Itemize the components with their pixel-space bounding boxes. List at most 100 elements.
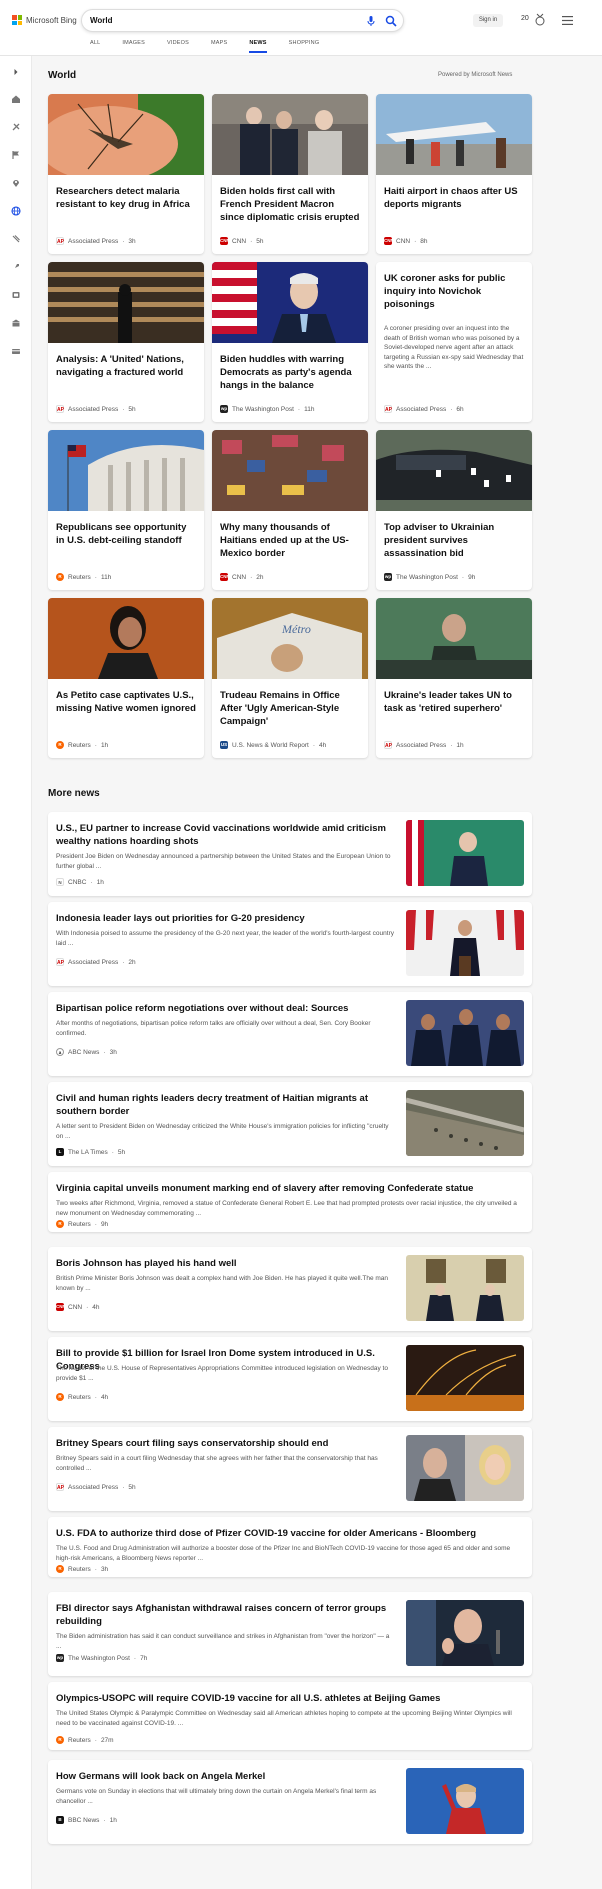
more-news-item[interactable]: FBI director says Afghanistan withdrawal… [48, 1592, 532, 1676]
news-card[interactable]: Biden holds first call with French Presi… [212, 94, 368, 254]
location-icon[interactable] [9, 176, 23, 190]
time-ago: 7h [140, 1654, 148, 1662]
more-news-item[interactable]: U.S., EU partner to increase Covid vacci… [48, 812, 532, 896]
globe-icon[interactable] [9, 204, 23, 218]
news-card[interactable]: Haiti airport in chaos after US deports … [376, 94, 532, 254]
item-title[interactable]: Virginia capital unveils monument markin… [56, 1182, 526, 1195]
dot-separator: · [450, 741, 453, 749]
item-snippet: British Prime Minister Boris Johnson was… [56, 1275, 389, 1292]
news-card[interactable]: Researchers detect malaria resistant to … [48, 94, 204, 254]
science-icon[interactable] [9, 232, 23, 246]
more-news-item[interactable]: Civil and human rights leaders decry tre… [48, 1082, 532, 1166]
item-title[interactable]: U.S., EU partner to increase Covid vacci… [56, 822, 401, 848]
news-card[interactable]: Biden huddles with warring Democrats as … [212, 262, 368, 422]
more-news-item[interactable]: Bipartisan police reform negotiations ov… [48, 992, 532, 1076]
microphone-icon[interactable] [365, 15, 377, 27]
more-news-item[interactable]: U.S. FDA to authorize third dose of Pfiz… [48, 1517, 532, 1577]
expand-icon[interactable] [9, 65, 23, 79]
source-name: Associated Press [68, 405, 119, 413]
tab-videos[interactable]: VIDEOS [167, 40, 189, 53]
more-news-item[interactable]: Indonesia leader lays out priorities for… [48, 902, 532, 986]
search-input[interactable]: World [90, 16, 113, 25]
bank-icon[interactable] [9, 316, 23, 330]
item-title[interactable]: Boris Johnson has played his hand well [56, 1257, 401, 1270]
svg-text:Métro: Métro [281, 622, 311, 636]
more-news-item[interactable]: Britney Spears court filing says conserv… [48, 1427, 532, 1511]
more-news-item[interactable]: Olympics-USOPC will require COVID-19 vac… [48, 1682, 532, 1750]
tab-news[interactable]: NEWS [249, 40, 267, 53]
news-card[interactable]: As Petito case captivates U.S., missing … [48, 598, 204, 758]
item-title[interactable]: Olympics-USOPC will require COVID-19 vac… [56, 1692, 526, 1705]
bing-logo[interactable]: Microsoft Bing [12, 15, 77, 25]
card-title[interactable]: Biden holds first call with French Presi… [220, 185, 360, 224]
news-card[interactable]: Métro Trudeau Remains in Office After 'U… [212, 598, 368, 758]
more-news-item[interactable]: How Germans will look back on Angela Mer… [48, 1760, 532, 1844]
item-title[interactable]: Bipartisan police reform negotiations ov… [56, 1002, 401, 1015]
tab-images[interactable]: IMAGES [122, 40, 145, 53]
news-card[interactable]: Why many thousands of Haitians ended up … [212, 430, 368, 590]
hamburger-menu-icon[interactable] [562, 16, 573, 25]
search-icon[interactable] [385, 15, 397, 27]
item-source: L The LA Times · 5h [56, 1148, 125, 1156]
rewards-medal-icon[interactable] [534, 13, 546, 27]
search-box[interactable]: World [81, 9, 404, 32]
news-card[interactable]: Republicans see opportunity in U.S. debt… [48, 430, 204, 590]
news-card[interactable]: Analysis: A 'United' Nations, navigating… [48, 262, 204, 422]
item-title[interactable]: Civil and human rights leaders decry tre… [56, 1092, 401, 1118]
item-title[interactable]: Britney Spears court filing says conserv… [56, 1437, 401, 1450]
cnn-logo-icon: CNN [220, 573, 230, 581]
dot-separator: · [122, 237, 125, 245]
flag-icon[interactable] [9, 148, 23, 162]
news-card[interactable]: UK coroner asks for public inquiry into … [376, 262, 532, 422]
card-title[interactable]: Analysis: A 'United' Nations, navigating… [56, 353, 196, 379]
dot-separator: · [94, 1565, 97, 1573]
news-card[interactable]: Top adviser to Ukrainian president survi… [376, 430, 532, 590]
item-title[interactable]: How Germans will look back on Angela Mer… [56, 1770, 401, 1783]
item-title[interactable]: FBI director says Afghanistan withdrawal… [56, 1602, 401, 1628]
card-title[interactable]: Biden huddles with warring Democrats as … [220, 353, 360, 392]
news-card[interactable]: Ukraine's leader takes UN to task as 're… [376, 598, 532, 758]
reuters-logo-icon: R [56, 1393, 64, 1401]
item-snippet: The leader of the U.S. House of Represen… [56, 1365, 388, 1382]
sign-in-button[interactable]: Sign in [473, 14, 503, 27]
more-news-item[interactable]: Boris Johnson has played his hand well B… [48, 1247, 532, 1331]
card-title[interactable]: Top adviser to Ukrainian president survi… [384, 521, 524, 560]
card-source: AP Associated Press · 5h [56, 405, 136, 413]
card-title[interactable]: Researchers detect malaria resistant to … [56, 185, 196, 211]
source-name: Reuters [68, 741, 91, 749]
dot-separator: · [450, 405, 453, 413]
item-title[interactable]: Indonesia leader lays out priorities for… [56, 912, 401, 925]
rewards-points[interactable]: 20 [521, 15, 529, 22]
dot-separator: · [90, 878, 93, 886]
card-title[interactable]: Haiti airport in chaos after US deports … [384, 185, 524, 211]
item-source: AP Associated Press · 2h [56, 958, 136, 966]
card-title[interactable]: UK coroner asks for public inquiry into … [384, 272, 524, 311]
senators-thumbnail-image [406, 1000, 524, 1066]
source-name: Reuters [68, 573, 91, 581]
dot-separator: · [111, 1148, 114, 1156]
ap-logo-icon: AP [384, 405, 392, 413]
dot-separator: · [94, 1736, 97, 1744]
money-icon[interactable] [9, 344, 23, 358]
washington-post-logo-icon: wp [56, 1654, 64, 1662]
source-name: ABC News [68, 1048, 100, 1056]
card-title[interactable]: Trudeau Remains in Office After 'Ugly Am… [220, 689, 360, 728]
tab-shopping[interactable]: SHOPPING [289, 40, 320, 53]
more-news-item[interactable]: Virginia capital unveils monument markin… [48, 1172, 532, 1232]
time-ago: 4h [100, 1393, 109, 1401]
card-title[interactable]: Why many thousands of Haitians ended up … [220, 521, 360, 560]
section-title-world: World [48, 70, 77, 81]
dot-separator: · [461, 573, 465, 581]
rocket-icon[interactable] [9, 260, 23, 274]
card-source: CNN CNN · 2h [220, 573, 264, 581]
card-title[interactable]: As Petito case captivates U.S., missing … [56, 689, 196, 715]
sports-icon[interactable] [9, 120, 23, 134]
more-news-item[interactable]: Bill to provide $1 billion for Israel Ir… [48, 1337, 532, 1421]
card-title[interactable]: Republicans see opportunity in U.S. debt… [56, 521, 196, 547]
entertainment-icon[interactable] [9, 288, 23, 302]
tab-maps[interactable]: MAPS [211, 40, 227, 53]
tab-all[interactable]: ALL [90, 40, 100, 53]
card-title[interactable]: Ukraine's leader takes UN to task as 're… [384, 689, 524, 715]
item-title[interactable]: U.S. FDA to authorize third dose of Pfiz… [56, 1527, 526, 1540]
home-icon[interactable] [9, 92, 23, 106]
